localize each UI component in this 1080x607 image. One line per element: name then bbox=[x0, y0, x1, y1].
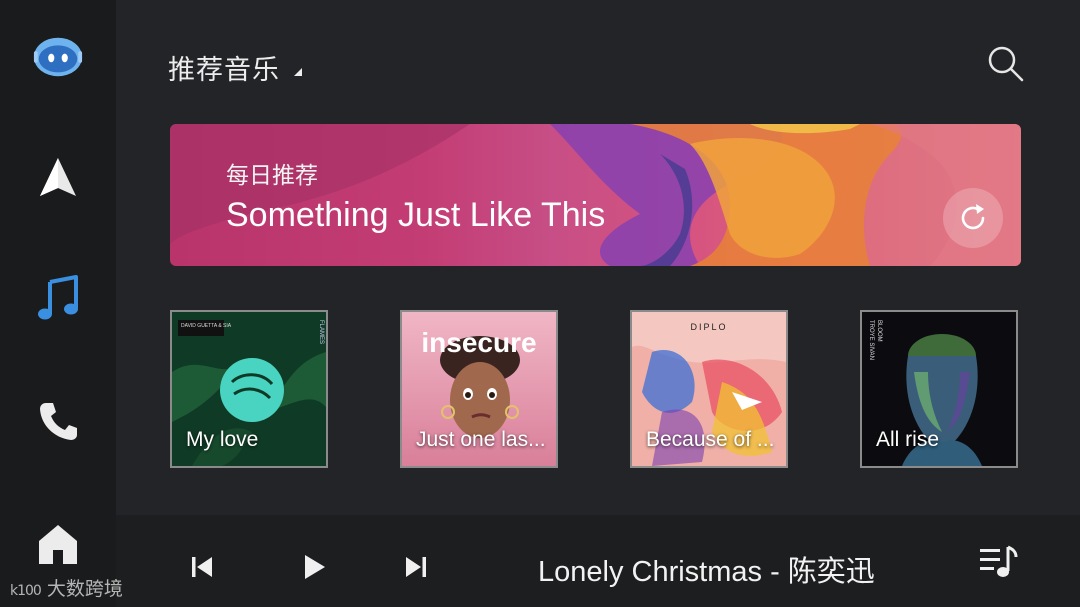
previous-button[interactable] bbox=[184, 549, 220, 585]
home-icon[interactable] bbox=[32, 518, 84, 570]
refresh-icon bbox=[961, 204, 985, 230]
album-card[interactable]: insecure Just one las... bbox=[400, 310, 558, 468]
album-card[interactable]: DIPLO Because of ... bbox=[630, 310, 788, 468]
music-icon[interactable] bbox=[32, 272, 84, 324]
album-title: All rise bbox=[876, 428, 940, 451]
watermark-text: 大数跨境 bbox=[46, 578, 123, 600]
refresh-button[interactable] bbox=[943, 188, 1003, 248]
phone-icon[interactable] bbox=[32, 395, 84, 447]
search-icon[interactable] bbox=[984, 42, 1028, 86]
play-button[interactable] bbox=[296, 549, 332, 585]
album-cover-text: insecure bbox=[421, 327, 536, 358]
skip-next-icon bbox=[406, 557, 426, 577]
album-cover-text: FLAMES bbox=[318, 320, 324, 344]
banner-song-title: Something Just Like This bbox=[226, 196, 606, 234]
skip-previous-icon bbox=[192, 557, 212, 577]
watermark-logo: k100 bbox=[10, 583, 42, 599]
player-bar: Lonely Christmas - 陈奕迅 bbox=[116, 515, 1080, 607]
page-title[interactable]: 推荐音乐 bbox=[168, 48, 280, 87]
play-icon bbox=[305, 555, 325, 579]
sidebar bbox=[0, 0, 116, 607]
album-cover-text: DIPLO bbox=[690, 322, 727, 332]
daily-recommendation-banner[interactable]: 每日推荐 Something Just Like This bbox=[170, 124, 1021, 266]
playlist-icon[interactable] bbox=[978, 543, 1022, 583]
watermark: k100 大数跨境 bbox=[10, 574, 123, 601]
next-button[interactable] bbox=[398, 549, 434, 585]
album-title: Because of ... bbox=[646, 428, 775, 451]
banner-artwork bbox=[170, 124, 1021, 266]
album-title: My love bbox=[186, 428, 259, 451]
now-playing-title[interactable]: Lonely Christmas - 陈奕迅 bbox=[538, 548, 875, 590]
banner-subtitle: 每日推荐 bbox=[226, 163, 318, 189]
album-cover-text: BLOOM bbox=[876, 320, 882, 342]
album-cover-text: TROYE SIVAN bbox=[868, 320, 874, 360]
album-title: Just one las... bbox=[416, 428, 546, 451]
navigation-icon[interactable] bbox=[32, 152, 84, 204]
album-card[interactable]: DAVID GUETTA & SIA FLAMES My love bbox=[170, 310, 328, 468]
assistant-avatar-icon[interactable] bbox=[32, 30, 84, 82]
dropdown-caret-icon[interactable] bbox=[294, 68, 302, 76]
album-cover-text: DAVID GUETTA & SIA bbox=[181, 323, 232, 329]
album-card[interactable]: TROYE SIVAN BLOOM All rise bbox=[860, 310, 1018, 468]
